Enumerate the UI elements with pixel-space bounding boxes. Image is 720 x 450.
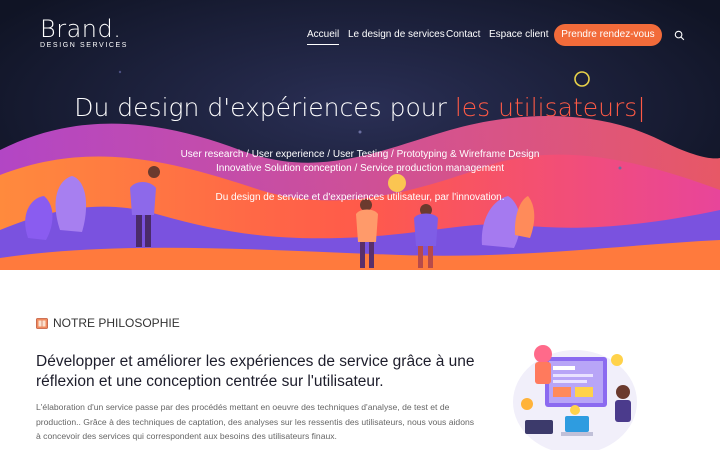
nav-item-design-de-services[interactable]: Le design de services	[348, 29, 445, 41]
hero-title: Du design d'expériences pour les utilisa…	[0, 93, 720, 122]
hero-title-accent: les utilisateurs|	[454, 93, 646, 122]
hero-tagline: Du design de service et d'experiences ut…	[215, 192, 505, 203]
nav-item-accueil[interactable]: Accueil	[307, 29, 340, 45]
philosophy-title: Développer et améliorer les expériences …	[36, 353, 475, 390]
book-appointment-button[interactable]: Prendre rendez-vous	[554, 24, 662, 46]
philosophy-label-text: NOTRE PHILOSOPHIE	[53, 316, 180, 330]
brand-logo[interactable]: Brand. DESIGN SERVICES	[40, 17, 128, 49]
search-icon[interactable]	[674, 30, 685, 41]
hero-services-line-2: Innovative Solution conception / Service…	[216, 163, 504, 174]
book-icon	[36, 317, 48, 329]
brand-tagline: DESIGN SERVICES	[40, 42, 129, 49]
philosophy-label: NOTRE PHILOSOPHIE	[36, 316, 180, 330]
nav-item-contact[interactable]: Contact	[446, 29, 480, 41]
hero-title-prefix: Du design d'expériences pour	[74, 93, 455, 122]
philosophy-body: L'élaboration d'un service passe par des…	[36, 402, 475, 441]
hero-services-line-1: User research / User experience / User T…	[180, 149, 540, 160]
brand-name: Brand.	[40, 15, 122, 43]
hero-section: Brand. DESIGN SERVICES Accueil Le design…	[0, 0, 720, 270]
nav-item-espace-client[interactable]: Espace client	[489, 29, 548, 41]
top-navigation: Brand. DESIGN SERVICES Accueil Le design…	[0, 0, 720, 70]
team-design-illustration	[513, 345, 637, 450]
